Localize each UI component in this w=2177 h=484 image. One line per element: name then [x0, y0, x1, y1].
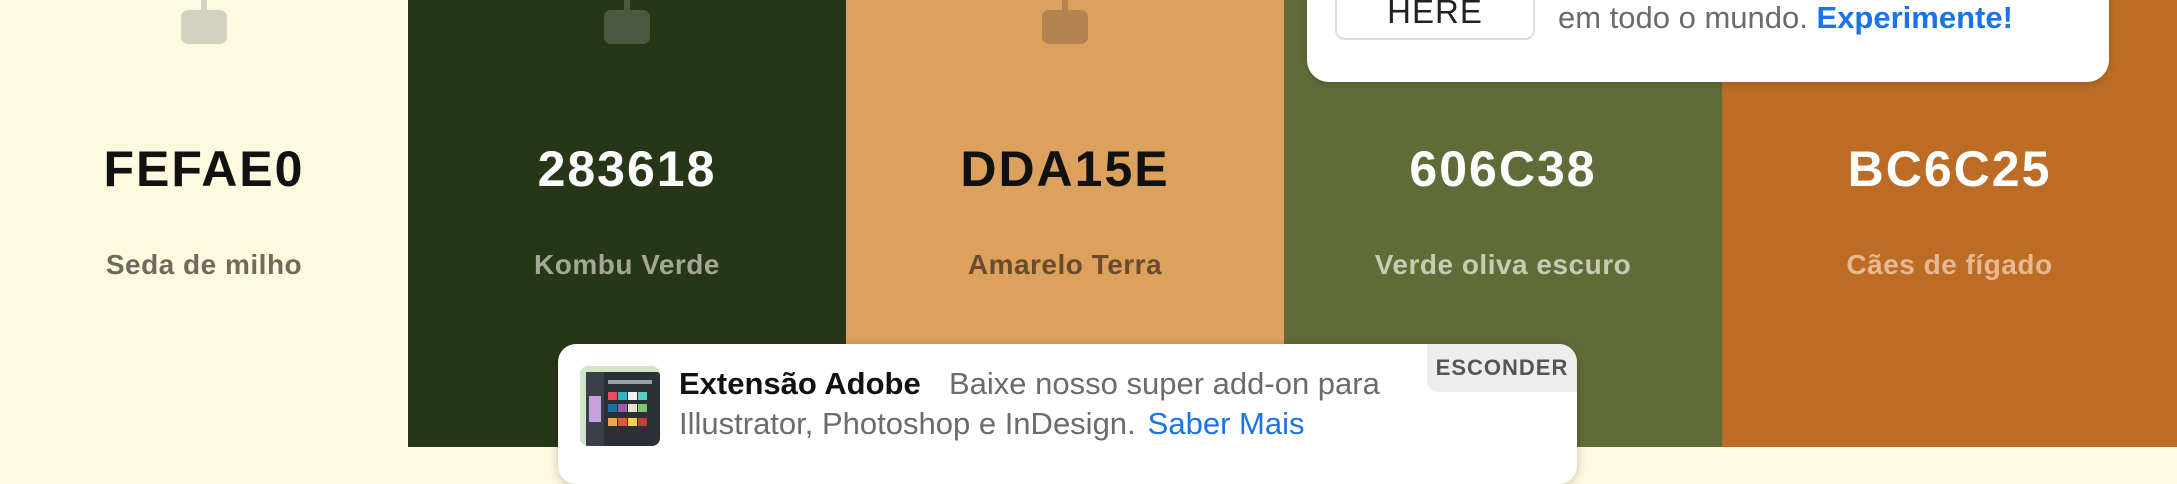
swatch-name: Amarelo Terra — [967, 249, 1163, 280]
adobe-extension-thumbnail[interactable] — [580, 366, 660, 446]
adobe-extension-banner: Extensão Adobe Baixe nosso super add-on … — [558, 344, 1577, 484]
swatch-hex[interactable]: BC6C25 — [1722, 140, 2177, 198]
lock-icon[interactable] — [1042, 0, 1088, 44]
lock-body — [181, 10, 227, 44]
hide-button[interactable]: ESCONDER — [1427, 344, 1577, 392]
banner-description: Baixe nosso super add-on para — [949, 366, 1380, 401]
lock-body — [1042, 10, 1088, 44]
swatch-fefae0[interactable]: FEFAE0 Seda de milho — [0, 0, 408, 447]
swatch-hex[interactable]: FEFAE0 — [0, 140, 408, 198]
thumbnail-image — [580, 366, 660, 446]
swatch-hex[interactable]: 283618 — [408, 140, 846, 198]
lock-body — [604, 10, 650, 44]
ad-card: HERE em todo o mundo. Experimente! — [1307, 0, 2109, 82]
ad-try-link[interactable]: Experimente! — [1817, 0, 2013, 35]
banner-description-line2: Illustrator, Photoshop e InDesign. Saber … — [679, 406, 1304, 442]
swatch-name: Cães de fígado — [1846, 249, 2053, 280]
lock-icon[interactable] — [181, 0, 227, 44]
swatch-name: Verde oliva escuro — [1374, 249, 1632, 280]
ad-here-button[interactable]: HERE — [1335, 0, 1535, 40]
learn-more-link[interactable]: Saber Mais — [1148, 406, 1305, 441]
swatch-hex[interactable]: DDA15E — [846, 140, 1284, 198]
ad-text: em todo o mundo. Experimente! — [1558, 0, 2013, 36]
lock-icon[interactable] — [604, 0, 650, 44]
swatch-name: Kombu Verde — [534, 249, 720, 280]
swatch-hex[interactable]: 606C38 — [1284, 140, 1722, 198]
swatch-name: Seda de milho — [105, 249, 303, 280]
banner-description-text: Illustrator, Photoshop e InDesign. — [679, 406, 1136, 441]
ad-text-body: em todo o mundo. — [1558, 0, 1808, 35]
banner-title: Extensão Adobe — [679, 366, 921, 401]
